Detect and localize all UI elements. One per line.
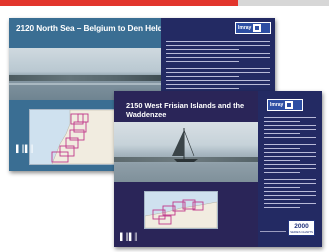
sailboat-icon <box>172 128 198 162</box>
accent-bar-grey <box>238 0 329 6</box>
coverage-map <box>29 109 119 165</box>
cover-title: 2150 West Frisian Islands and the Wadden… <box>126 101 245 119</box>
logo-mark-icon <box>285 101 294 109</box>
series-label: SERIES CHARTS <box>290 229 313 234</box>
chart-index-list <box>264 117 316 208</box>
accent-bar-red <box>0 0 238 6</box>
barcode-icon: ▌║▌║ <box>16 146 34 153</box>
series-badge: 2000 SERIES CHARTS <box>288 220 315 236</box>
water-reflection <box>9 83 161 85</box>
logo-mark-icon <box>253 24 262 32</box>
coverage-map-icon <box>145 192 217 228</box>
publisher-name: Imray <box>238 25 252 31</box>
cover-title: 2120 North Sea – Belgium to Den Helder <box>16 23 171 33</box>
coastline <box>9 75 161 81</box>
coverage-map-icon <box>30 110 118 164</box>
cover-photo <box>114 122 258 182</box>
coverage-map <box>144 191 218 229</box>
series-number: 2000 <box>294 222 309 230</box>
publisher-logo: Imray <box>267 99 303 111</box>
footer-line <box>260 231 286 232</box>
publisher-logo: Imray <box>235 22 271 34</box>
publisher-name: Imray <box>270 102 284 108</box>
barcode-icon: ▌║▌║ <box>120 234 138 241</box>
top-accent-bar <box>0 0 329 8</box>
